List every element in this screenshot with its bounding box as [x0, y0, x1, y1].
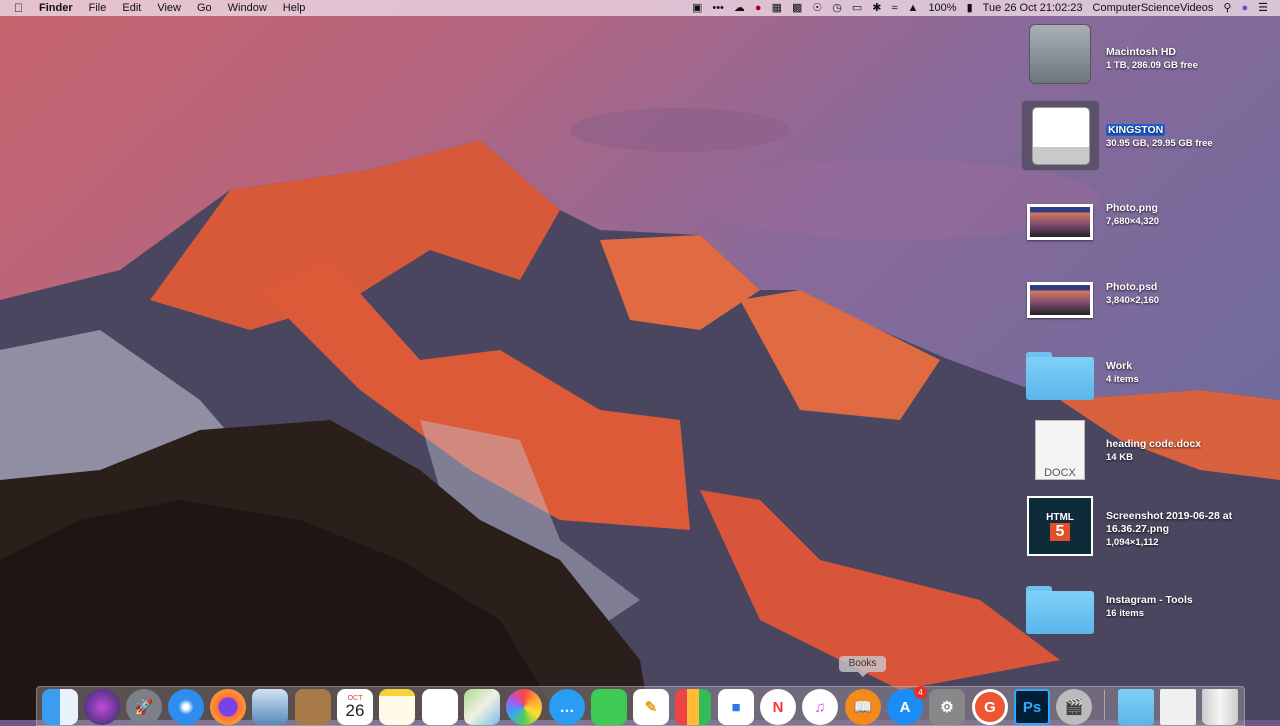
- item-name: Instagram - Tools: [1106, 594, 1193, 606]
- item-info: 7,680×4,320: [1106, 216, 1160, 227]
- user-name[interactable]: ComputerScienceVideos: [1093, 0, 1214, 16]
- accessibility-icon[interactable]: ☉: [812, 0, 822, 16]
- docx-file-icon: DOCX: [1026, 418, 1094, 482]
- desktop-item-photo-png[interactable]: Photo.png 7,680×4,320: [1026, 190, 1159, 254]
- bluetooth-icon[interactable]: ✱: [872, 0, 881, 16]
- menu-view[interactable]: View: [149, 0, 189, 16]
- item-name-line2: 16.36.27.png: [1106, 523, 1170, 535]
- menu-go[interactable]: Go: [189, 0, 220, 16]
- battery-percent[interactable]: 100%: [928, 0, 956, 16]
- item-info: 30.95 GB, 29.95 GB free: [1106, 138, 1213, 149]
- grid-icon[interactable]: ▦: [772, 0, 782, 16]
- cloud-icon[interactable]: ☁: [734, 0, 745, 16]
- menu-file[interactable]: File: [81, 0, 115, 16]
- item-name: Photo.png: [1106, 202, 1158, 214]
- menu-window[interactable]: Window: [220, 0, 275, 16]
- image-thumbnail-icon: [1026, 190, 1094, 254]
- apple-icon[interactable]: : [0, 0, 31, 16]
- battery-icon[interactable]: ▮: [967, 0, 973, 16]
- desktop-item-kingston[interactable]: KINGSTON 30.95 GB, 29.95 GB free: [1021, 100, 1213, 171]
- desktop-item-photo-psd[interactable]: Photo.psd 3,840×2,160: [1026, 268, 1159, 332]
- menu-bar:  Finder File Edit View Go Window Help ▣…: [0, 0, 1280, 16]
- menu-edit[interactable]: Edit: [114, 0, 149, 16]
- screen-record-icon[interactable]: ▣: [692, 0, 702, 16]
- desktop-item-heading-code-docx[interactable]: DOCX heading code.docx 14 KB: [1026, 418, 1201, 482]
- item-name: Screenshot 2019-06-28 at: [1106, 510, 1233, 522]
- item-name: heading code.docx: [1106, 438, 1202, 450]
- app-store-badge: 4: [914, 686, 927, 699]
- item-name: Work: [1106, 360, 1133, 372]
- item-info: 14 KB: [1106, 452, 1133, 463]
- hard-drive-icon: [1026, 22, 1094, 86]
- item-name[interactable]: KINGSTON: [1106, 124, 1166, 136]
- item-info: 1 TB, 286.09 GB free: [1106, 60, 1198, 71]
- menu-finder[interactable]: Finder: [31, 0, 81, 16]
- spotlight-icon[interactable]: ⚲: [1223, 0, 1231, 16]
- time-machine-icon[interactable]: ◷: [832, 0, 842, 16]
- volume-icon[interactable]: ▲: [908, 0, 919, 16]
- item-info: 4 items: [1106, 374, 1139, 385]
- desktop-item-work[interactable]: Work 4 items: [1026, 344, 1139, 408]
- item-name: Photo.psd: [1106, 281, 1158, 293]
- html5-thumbnail-icon: HTML 5: [1026, 494, 1094, 558]
- item-info: 3,840×2,160: [1106, 295, 1160, 306]
- menu-help[interactable]: Help: [275, 0, 314, 16]
- notification-center-icon[interactable]: ☰: [1258, 0, 1268, 16]
- folder-icon: [1026, 578, 1094, 642]
- desktop-item-screenshot[interactable]: HTML 5 Screenshot 2019-06-28 at 16.36.27.p…: [1026, 494, 1232, 558]
- item-name: Macintosh HD: [1106, 46, 1177, 58]
- dock-separator: [1104, 690, 1105, 720]
- siri-icon[interactable]: ●: [1241, 0, 1248, 16]
- item-info: 16 items: [1106, 608, 1145, 619]
- image-thumbnail-icon: [1026, 268, 1094, 332]
- external-drive-icon: [1021, 100, 1100, 171]
- dots-icon[interactable]: •••: [712, 0, 724, 16]
- desktop-item-instagram-tools[interactable]: Instagram - Tools 16 items: [1026, 578, 1193, 642]
- folder-icon: [1026, 344, 1094, 408]
- display-icon[interactable]: ▩: [792, 0, 802, 16]
- wifi-icon[interactable]: ≈: [892, 0, 898, 16]
- clock[interactable]: Tue 26 Oct 21:02:23: [983, 0, 1083, 16]
- dock-tooltip: Books: [839, 656, 886, 677]
- app-status-icon[interactable]: ●: [755, 0, 762, 16]
- desktop-item-macintosh-hd[interactable]: Macintosh HD 1 TB, 286.09 GB free: [1026, 22, 1198, 86]
- item-info: 1,094×1,112: [1106, 537, 1159, 548]
- airplay-icon[interactable]: ▭: [852, 0, 862, 16]
